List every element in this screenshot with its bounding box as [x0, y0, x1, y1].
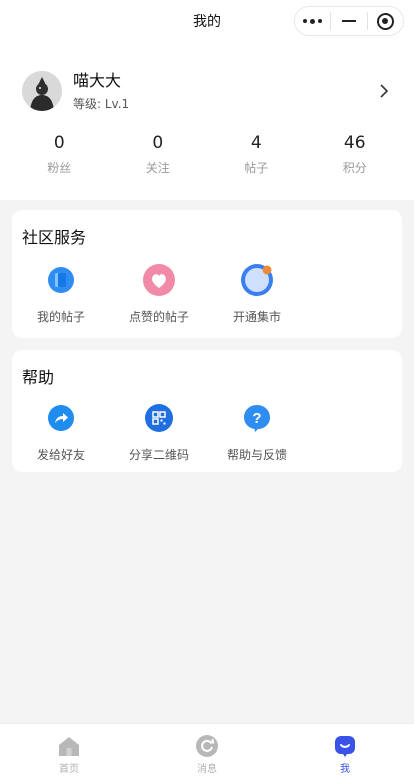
item-label: 点赞的帖子 [128, 310, 189, 324]
help-items: 发给好友 分享二维码 ? 帮助与反馈 [12, 400, 306, 463]
open-market-icon [239, 262, 275, 298]
my-posts-button[interactable]: 我的帖子 [12, 262, 110, 325]
item-label: 分享二维码 [128, 448, 189, 462]
user-info: 喵大大 等级: Lv.1 [73, 71, 374, 112]
refresh-message-icon [195, 734, 219, 758]
tab-messages[interactable]: 消息 [138, 724, 276, 780]
help-feedback-button[interactable]: ? 帮助与反馈 [208, 400, 306, 463]
tab-me[interactable]: 我 [276, 724, 414, 780]
more-dots-icon [303, 18, 323, 24]
card-title: 社区服务 [22, 228, 87, 247]
stat-label: 帖子 [244, 161, 269, 175]
stat-label: 关注 [145, 161, 170, 175]
stat-points[interactable]: 46 积分 [306, 132, 405, 176]
minimize-button[interactable] [331, 7, 366, 35]
home-icon [57, 734, 81, 758]
send-to-friend-button[interactable]: 发给好友 [12, 400, 110, 463]
qr-code-icon [141, 400, 177, 436]
item-label: 发给好友 [36, 448, 85, 462]
more-button[interactable] [295, 7, 330, 35]
item-label: 我的帖子 [36, 310, 85, 324]
stats-row: 0 粉丝 0 关注 4 帖子 46 积分 [10, 132, 404, 176]
page-title: 我的 [193, 14, 221, 30]
help-question-icon: ? [239, 400, 275, 436]
stat-posts[interactable]: 4 帖子 [207, 132, 306, 176]
tab-home[interactable]: 首页 [0, 724, 138, 780]
my-posts-icon [43, 262, 79, 298]
stat-following[interactable]: 0 关注 [109, 132, 208, 176]
username: 喵大大 [73, 70, 122, 90]
stat-value: 0 [152, 133, 164, 153]
stat-value: 0 [53, 133, 65, 153]
level-value: Lv.1 [104, 96, 130, 111]
tab-bar: 首页 消息 我 [0, 723, 414, 780]
share-arrow-icon [43, 400, 79, 436]
stat-label: 粉丝 [47, 161, 72, 175]
level-label: 等级: [73, 96, 102, 111]
liked-posts-button[interactable]: 点赞的帖子 [110, 262, 208, 325]
profile-row[interactable]: 喵大大 等级: Lv.1 [22, 70, 394, 112]
minimize-icon [341, 20, 356, 22]
help-card: 帮助 发给好友 分享二维码 ? 帮助与反馈 [12, 350, 402, 472]
svg-text:?: ? [252, 410, 261, 427]
card-title: 帮助 [22, 368, 55, 387]
liked-posts-icon [141, 262, 177, 298]
open-market-button[interactable]: 开通集市 [208, 262, 306, 325]
chevron-right-icon[interactable] [374, 81, 394, 101]
tab-label: 我 [340, 764, 350, 775]
share-qr-button[interactable]: 分享二维码 [110, 400, 208, 463]
target-circle-icon [376, 12, 394, 30]
navigation-bar: 我的 [0, 0, 414, 44]
item-label: 开通集市 [232, 310, 281, 324]
avatar-image [22, 71, 62, 111]
tab-label: 消息 [197, 764, 217, 775]
profile-page: 我的 喵大大 等级: Lv.1 0 粉丝 0 关注 4 帖子 46 积分 社区服… [0, 0, 414, 780]
community-services-card: 社区服务 我的帖子 点赞的帖子 开通集市 [12, 210, 402, 338]
stat-label: 积分 [342, 161, 367, 175]
mini-program-capsule [294, 6, 404, 36]
stat-value: 4 [250, 133, 262, 153]
avatar[interactable] [22, 71, 62, 111]
community-items: 我的帖子 点赞的帖子 开通集市 [12, 262, 306, 325]
profile-header: 喵大大 等级: Lv.1 0 粉丝 0 关注 4 帖子 46 积分 [0, 44, 414, 200]
user-level: 等级: Lv.1 [73, 96, 374, 112]
close-button[interactable] [368, 7, 403, 35]
item-label: 帮助与反馈 [226, 448, 287, 462]
stat-fans[interactable]: 0 粉丝 [10, 132, 109, 176]
stat-value: 46 [343, 133, 366, 153]
chat-bubble-icon [333, 734, 357, 758]
tab-label: 首页 [59, 764, 79, 775]
